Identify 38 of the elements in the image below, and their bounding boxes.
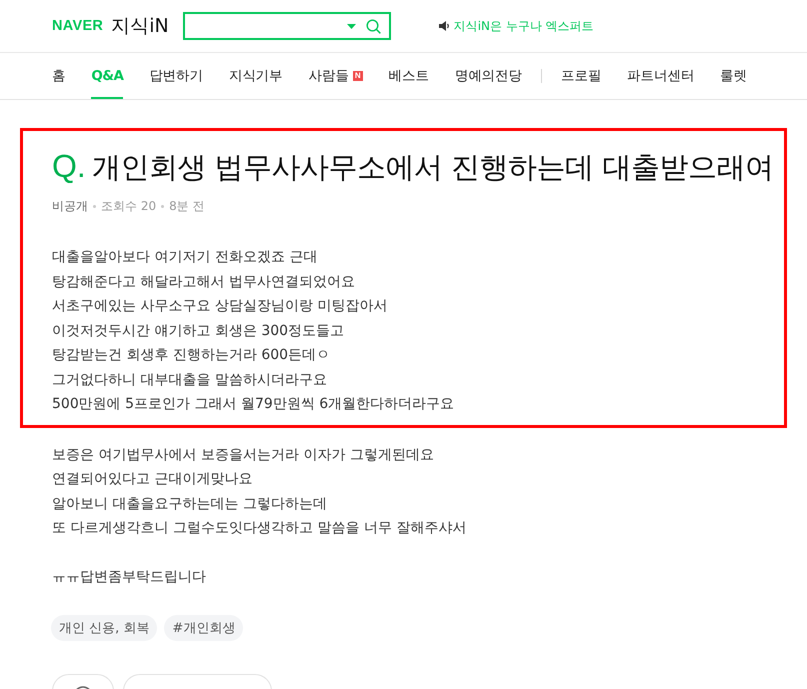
body-text-line: 탕감해준다고 해달라고해서 법무사연결되었어요 (52, 272, 356, 292)
nav-tab[interactable]: 베스트 (388, 53, 429, 99)
tag-chip[interactable]: 개인 신용, 회복 (51, 614, 158, 640)
body-text-line: 연결되어있다고 근대이게맞나요 (52, 470, 254, 489)
nav-tab[interactable]: 프로필 (560, 53, 602, 99)
meta-text: 비공개 (52, 198, 88, 215)
nav-tab[interactable]: 홈 (52, 53, 66, 99)
pill-action-button[interactable] (123, 674, 272, 689)
speaker-icon (438, 21, 450, 31)
caret-icon[interactable] (346, 24, 356, 28)
search-field[interactable] (182, 12, 391, 40)
nav-tab[interactable]: 룰렛 (720, 53, 747, 99)
nav-tab[interactable]: 사람들 N (308, 53, 363, 99)
body-text-line: 또 다르게생각흐니 그럴수도잇다생각하고 말씀을 너무 잘해주샤서 (52, 519, 468, 538)
new-badge: N (352, 71, 363, 81)
nav-tab[interactable]: 파트너센터 (627, 53, 694, 99)
meta-text: 조회수 20 (101, 198, 156, 215)
body-text-line: ㅠㅠ답변좀부탁드립니다 (52, 568, 207, 587)
service-title[interactable]: 지식iN (111, 13, 169, 39)
separator-dot-icon (93, 205, 96, 208)
tag-chip[interactable]: #개인회생 (164, 614, 244, 640)
body-text-line: 탕감받는건 회생후 진행하는거라 600든데ㅇ (52, 346, 332, 365)
nav-tab[interactable]: 지식기부 (228, 53, 283, 99)
question-marker: Q. (52, 148, 86, 185)
body-text-line: 이것저것두시간 얘기하고 회생은 300정도들고 (52, 322, 346, 340)
nav-tab[interactable]: 명예의전당 (454, 53, 522, 99)
meta-text: 8분 전 (169, 198, 205, 215)
question-title: 개인회생 법무사사무소에서 진행하는데 대출받으래여 (92, 149, 774, 186)
round-action-button[interactable] (52, 674, 114, 689)
body-text-line: 보증은 여기법무사에서 보증을서는거라 이자가 그렇게된데요 (52, 446, 435, 464)
search-icon[interactable] (366, 18, 381, 34)
body-text-line: 알아보니 대출을요구하는데는 그렇다하는데 (52, 494, 328, 514)
body-text-line: 그거없다하니 대부대출을 말씀하시더라구요 (52, 370, 328, 390)
separator-dot-icon (161, 205, 164, 208)
body-text-line: 서초구에있는 사무소구요 상담실장님이랑 미팅잡아서 (52, 297, 388, 316)
nav-tab[interactable]: 답변하기 (149, 53, 203, 99)
body-text-line: 대출을알아보다 여기저기 전화오겠죠 근대 (52, 248, 318, 267)
body-text-line: 500만원에 5프로인가 그래서 월79만원씩 6개월한다하더라구요 (52, 395, 456, 414)
